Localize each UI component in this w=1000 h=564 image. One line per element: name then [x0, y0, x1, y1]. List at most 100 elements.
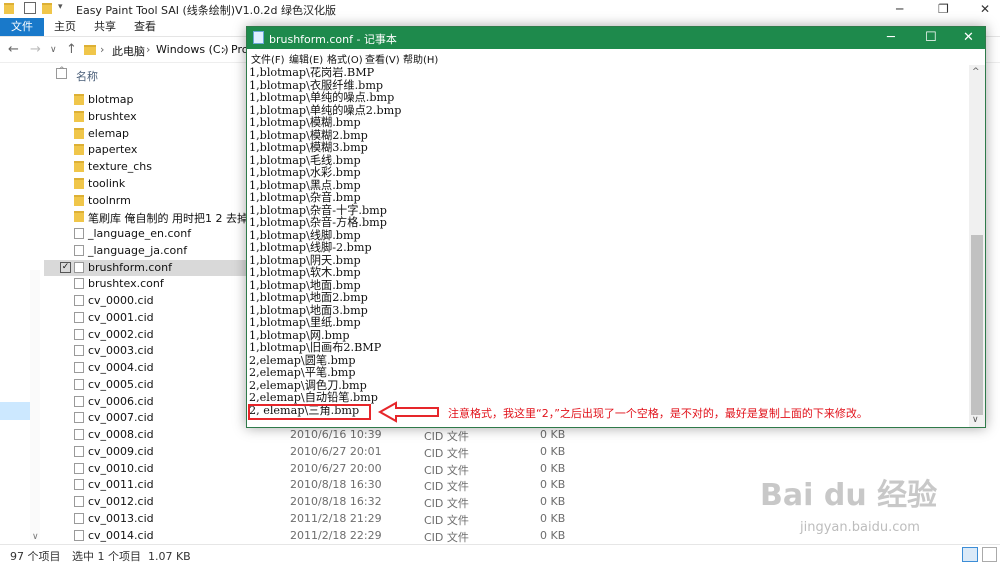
- file-name: cv_0011.cid: [88, 478, 154, 492]
- file-name: blotmap: [88, 93, 134, 106]
- menu-file[interactable]: 文件(F): [251, 51, 285, 66]
- file-row[interactable]: cv_0013.cid 2011/2/18 21:29 CID 文件 0 KB: [44, 511, 584, 527]
- file-name: cv_0010.cid: [88, 461, 154, 475]
- notepad-minimize-icon[interactable]: ─: [887, 30, 895, 45]
- properties-icon[interactable]: [24, 2, 36, 14]
- file-name: _language_en.conf: [88, 227, 192, 240]
- scroll-down-icon[interactable]: ∨: [32, 532, 39, 542]
- file-size: 0 KB: [540, 444, 566, 458]
- text-line: 1,blotmap\线脚-2.bmp: [249, 241, 372, 254]
- recent-dropdown-icon[interactable]: ∨: [50, 45, 57, 55]
- scroll-up-icon[interactable]: ^: [972, 67, 980, 77]
- text-line: 2,elemap\平笔.bmp: [249, 366, 356, 379]
- large-icons-view-icon[interactable]: [982, 547, 997, 562]
- folder-icon: [74, 211, 84, 223]
- file-name: cv_0001.cid: [88, 310, 154, 324]
- file-icon: [74, 261, 84, 273]
- file-row[interactable]: cv_0009.cid 2010/6/27 20:01 CID 文件 0 KB: [44, 444, 584, 460]
- up-icon[interactable]: ↑: [66, 42, 77, 57]
- file-icon: [74, 395, 84, 407]
- status-bar: 97 个项目 选中 1 个项目 1.07 KB: [0, 544, 1000, 564]
- location-folder-icon: [84, 45, 96, 55]
- breadcrumb-separator-icon: ›: [100, 43, 105, 56]
- file-name: cv_0006.cid: [88, 394, 154, 408]
- breadcrumb-separator-icon: ›: [146, 43, 151, 56]
- explorer-window-title: Easy Paint Tool SAI (线条绘制)V1.0.2d 绿色汉化版: [76, 4, 337, 17]
- file-icon: [74, 228, 84, 239]
- file-name: cv_0013.cid: [88, 511, 154, 525]
- menu-format[interactable]: 格式(O): [327, 51, 363, 66]
- file-name: cv_0012.cid: [88, 495, 154, 508]
- file-row[interactable]: cv_0014.cid 2011/2/18 22:29 CID 文件 0 KB: [44, 528, 584, 544]
- file-date: 2010/8/18 16:30: [290, 478, 382, 492]
- customize-toolbar-icon[interactable]: ▾: [58, 2, 63, 12]
- folder-icon: [74, 110, 84, 122]
- file-type: CID 文件: [424, 463, 469, 477]
- file-size: 0 KB: [540, 511, 566, 525]
- details-view-icon[interactable]: [962, 547, 978, 562]
- notepad-window: brushform.conf - 记事本 ─ ☐ ✕ 文件(F) 编辑(E) 格…: [246, 26, 986, 428]
- file-name: elemap: [88, 126, 130, 140]
- file-name: papertex: [88, 143, 138, 157]
- folder-icon: [74, 144, 84, 156]
- breadcrumb-this-pc[interactable]: 此电脑: [112, 43, 145, 59]
- file-icon: [74, 278, 84, 290]
- nav-pane-selected-item[interactable]: [0, 402, 30, 420]
- file-size: 0 KB: [540, 478, 566, 492]
- close-icon[interactable]: ✕: [980, 2, 990, 16]
- tab-view[interactable]: 查看: [134, 18, 156, 36]
- file-date: 2011/2/18 22:29: [290, 528, 382, 542]
- notepad-vertical-scrollbar[interactable]: ^ ∨: [969, 65, 985, 427]
- tab-share[interactable]: 共享: [94, 18, 116, 36]
- scrollbar-thumb[interactable]: [971, 235, 983, 415]
- folder-icon: [74, 127, 84, 139]
- file-date: 2010/6/27 20:00: [290, 461, 382, 475]
- breadcrumb-drive[interactable]: Windows (C:): [156, 43, 229, 56]
- menu-edit[interactable]: 编辑(E): [289, 51, 323, 66]
- file-type: CID 文件: [424, 480, 469, 494]
- file-icon: [74, 479, 84, 491]
- back-icon[interactable]: ←: [8, 42, 19, 57]
- file-date: 2010/8/18 16:32: [290, 495, 382, 508]
- file-row[interactable]: cv_0010.cid 2010/6/27 20:00 CID 文件 0 KB: [44, 461, 584, 477]
- file-name: cv_0007.cid: [88, 411, 154, 425]
- selection-info: 选中 1 个项目 1.07 KB: [72, 550, 191, 563]
- notepad-text-area[interactable]: 1,blotmap\花岗岩.BMP 1,blotmap\衣服纤维.bmp 1,blo…: [249, 67, 969, 425]
- file-icon: [74, 345, 84, 357]
- text-line: 1,blotmap\水彩.bmp: [249, 166, 361, 179]
- file-type: CID 文件: [424, 497, 469, 510]
- column-name-header[interactable]: 名称: [76, 68, 98, 84]
- file-row[interactable]: cv_0012.cid 2010/8/18 16:32 CID 文件 0 KB: [44, 494, 584, 510]
- file-type: CID 文件: [424, 530, 469, 544]
- notepad-menu-bar: 文件(F) 编辑(E) 格式(O) 查看(V) 帮助(H): [247, 49, 985, 66]
- folder-icon: [74, 194, 84, 206]
- notepad-close-icon[interactable]: ✕: [963, 30, 974, 45]
- file-icon: [74, 445, 84, 457]
- file-icon: [74, 429, 84, 440]
- nav-pane-scrollbar[interactable]: [30, 270, 40, 540]
- menu-help[interactable]: 帮助(H): [403, 51, 438, 66]
- file-icon: [74, 529, 84, 541]
- file-icon: [74, 328, 84, 340]
- tab-home[interactable]: 主页: [54, 18, 76, 36]
- text-line: 2,elemap\圆笔.bmp: [249, 353, 356, 367]
- menu-view[interactable]: 查看(V): [365, 51, 400, 66]
- forward-icon[interactable]: →: [30, 42, 41, 57]
- tab-file[interactable]: 文件: [0, 18, 44, 36]
- text-line: 1,blotmap\模糊.bmp: [249, 116, 361, 129]
- column-header: 名称: [44, 64, 244, 84]
- file-name: cv_0003.cid: [88, 344, 154, 358]
- file-name: cv_0005.cid: [88, 377, 154, 391]
- notepad-title: brushform.conf - 记事本: [269, 33, 397, 46]
- new-folder-icon[interactable]: [42, 3, 52, 14]
- file-row[interactable]: cv_0008.cid 2010/6/16 10:39 CID 文件 0 KB: [44, 427, 584, 443]
- sort-ascending-icon: ^: [58, 66, 66, 76]
- row-checkbox[interactable]: ✓: [60, 261, 71, 273]
- text-line: 1,blotmap\地面2.bmp: [249, 291, 368, 304]
- file-row[interactable]: cv_0011.cid 2010/8/18 16:30 CID 文件 0 KB: [44, 477, 584, 493]
- scroll-down-icon[interactable]: ∨: [972, 415, 979, 425]
- minimize-icon[interactable]: ─: [896, 2, 903, 16]
- notepad-maximize-icon[interactable]: ☐: [925, 30, 937, 45]
- restore-icon[interactable]: ❐: [938, 2, 949, 16]
- item-count: 97 个项目: [10, 550, 61, 563]
